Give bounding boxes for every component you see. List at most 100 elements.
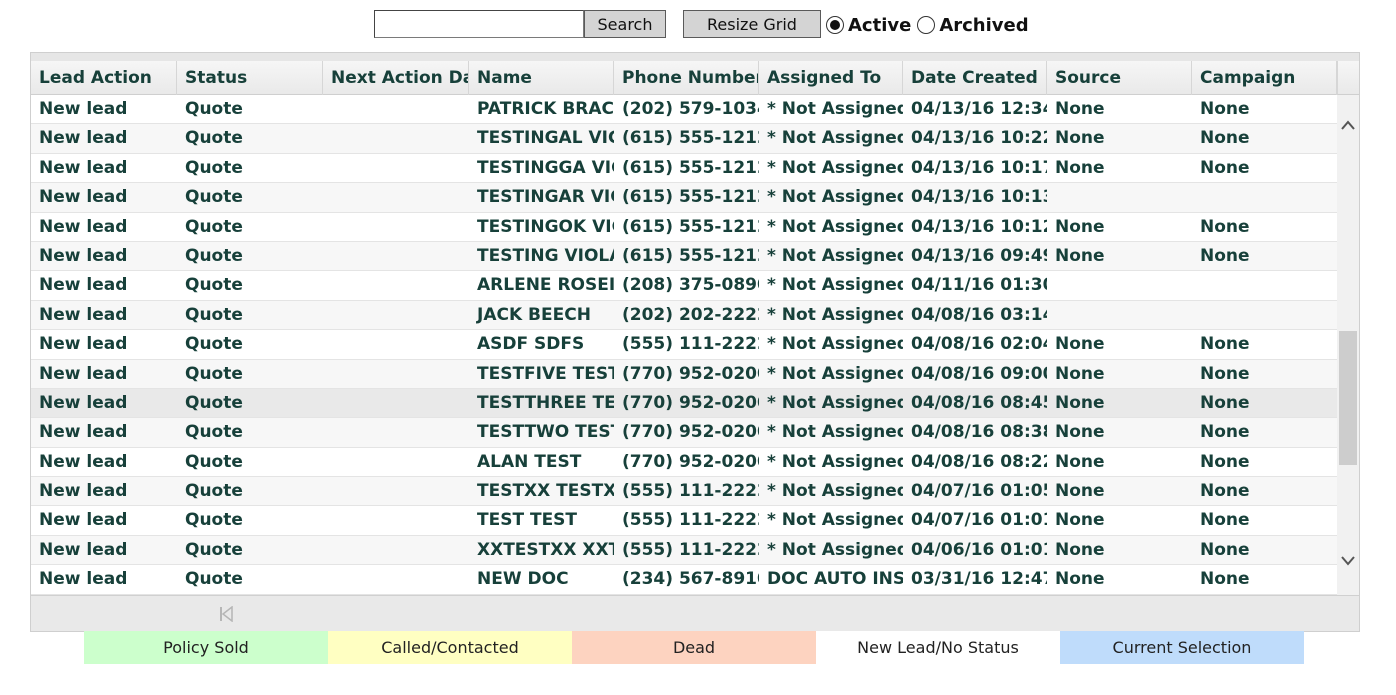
table-row[interactable]: New lead Quote JACK BEECH (202) 202-2222 * N… (31, 300, 1337, 331)
table-cell: TESTINGGA VIC (477, 157, 614, 178)
table-cell: TESTING VIOLA (477, 245, 614, 266)
table-cell: 04/08/16 03:14:1 (911, 304, 1047, 325)
column-header-name[interactable]: Name (469, 61, 614, 95)
table-cell: 04/06/16 01:01:4 (911, 539, 1047, 560)
table-cell: New lead (39, 422, 128, 443)
table-row[interactable]: New lead Quote PATRICK BRAC (202) 579-1034 *… (31, 95, 1337, 125)
table-row[interactable]: New lead Quote TESTFIVE TEST (770) 952-0200… (31, 359, 1337, 389)
grid-top-bar (31, 53, 1359, 61)
table-cell (1192, 271, 1337, 300)
table-cell: 04/13/16 10:17:5 (911, 157, 1047, 178)
table-cell: None (1200, 216, 1250, 237)
table-cell: None (1055, 363, 1105, 384)
table-cell: None (1200, 363, 1250, 384)
table-cell: None (1200, 334, 1250, 355)
first-page-icon[interactable] (217, 605, 235, 623)
legend-item: Current Selection (1060, 631, 1304, 664)
search-button[interactable]: Search (584, 10, 666, 38)
column-header-phone-number[interactable]: Phone Number (614, 61, 759, 95)
table-cell: * Not Assigned (767, 245, 903, 266)
table-row[interactable]: New lead Quote TESTINGGA VIC (615) 555-1212… (31, 153, 1337, 184)
table-cell (323, 389, 469, 418)
table-cell: TESTINGAL VIC (477, 128, 614, 149)
table-cell: NEW DOC (477, 569, 569, 590)
column-header-date-created[interactable]: Date Created (903, 61, 1047, 95)
table-row[interactable]: New lead Quote TESTXX TESTX (555) 111-2222 *… (31, 477, 1337, 507)
table-cell: ASDF SDFS (477, 334, 585, 355)
column-header-assigned-to[interactable]: Assigned To (759, 61, 903, 95)
table-row[interactable]: New lead Quote TESTINGAR VIC (615) 555-1212… (31, 183, 1337, 213)
table-cell: New lead (39, 481, 128, 502)
table-cell: * Not Assigned (767, 481, 903, 502)
resize-grid-button[interactable]: Resize Grid (683, 10, 821, 38)
table-cell: (770) 952-0200 (622, 422, 759, 443)
vertical-scrollbar[interactable] (1337, 95, 1359, 595)
table-cell: 04/11/16 01:30:2 (911, 275, 1047, 296)
table-cell: (555) 111-2222 (622, 539, 759, 560)
table-cell: * Not Assigned (767, 510, 903, 531)
table-cell: New lead (39, 569, 128, 590)
chevron-up-icon[interactable] (1340, 117, 1356, 133)
table-cell: TESTTWO TEST (477, 422, 614, 443)
table-cell (323, 448, 469, 477)
status-filter: Active Archived (826, 12, 1035, 38)
table-cell: 04/13/16 10:22:5 (911, 128, 1047, 149)
table-cell: None (1055, 569, 1105, 590)
table-cell: * Not Assigned (767, 275, 903, 296)
column-header-status[interactable]: Status (177, 61, 323, 95)
table-cell: Quote (185, 539, 243, 560)
scroll-thumb[interactable] (1339, 331, 1357, 465)
table-cell: New lead (39, 392, 128, 413)
table-row[interactable]: New lead Quote ASDF SDFS (555) 111-2222 * No… (31, 330, 1337, 360)
column-header-source[interactable]: Source (1047, 61, 1192, 95)
table-cell: None (1200, 569, 1250, 590)
grid-header: Lead Action Status Next Action Da Name Phone… (31, 61, 1337, 95)
table-cell: (202) 579-1034 (622, 99, 759, 119)
table-cell: Quote (185, 334, 243, 355)
table-cell: * Not Assigned (767, 334, 903, 355)
table-row[interactable]: New lead Quote TESTINGAL VIC (615) 555-1212… (31, 124, 1337, 154)
legend-item: Called/Contacted (328, 631, 572, 664)
table-cell: ALAN TEST (477, 451, 582, 472)
table-cell: None (1200, 128, 1250, 149)
radio-archived[interactable]: Archived (917, 15, 1034, 36)
table-cell: New lead (39, 157, 128, 178)
radio-active-circle[interactable] (826, 16, 844, 34)
table-row[interactable]: New lead Quote TESTTWO TEST (770) 952-0200 *… (31, 418, 1337, 448)
table-cell (1047, 183, 1192, 212)
column-header-lead-action[interactable]: Lead Action (31, 61, 177, 95)
table-cell: * Not Assigned (767, 363, 903, 384)
table-cell: None (1055, 539, 1105, 560)
table-row[interactable]: New lead Quote TESTINGOK VIC (615) 555-1212… (31, 212, 1337, 242)
table-cell (1047, 301, 1192, 330)
column-header-campaign[interactable]: Campaign (1192, 61, 1337, 95)
table-cell: * Not Assigned (767, 422, 903, 443)
table-cell: Quote (185, 304, 243, 325)
chevron-down-icon[interactable] (1340, 553, 1356, 569)
table-cell: None (1200, 510, 1250, 531)
table-cell: None (1055, 128, 1105, 149)
table-cell: New lead (39, 451, 128, 472)
table-cell: Quote (185, 187, 243, 208)
search-input[interactable] (374, 10, 584, 38)
table-row[interactable]: New lead Quote TESTTHREE TE (770) 952-0200 *… (31, 388, 1337, 419)
table-row[interactable]: New lead Quote ALAN TEST (770) 952-0200 * No… (31, 447, 1337, 478)
table-cell: Quote (185, 481, 243, 502)
table-cell: XXTESTXX XXT (477, 539, 614, 560)
table-row[interactable]: New lead Quote TEST TEST (555) 111-2222 * No… (31, 506, 1337, 536)
table-row[interactable]: New lead Quote XXTESTXX XXT (555) 111-2222 *… (31, 535, 1337, 566)
radio-active-label: Active (848, 14, 912, 36)
table-cell (323, 565, 469, 594)
table-cell: Quote (185, 157, 243, 178)
column-header-next-action-da[interactable]: Next Action Da (323, 61, 469, 95)
table-row[interactable]: New lead Quote TESTING VIOLA (615) 555-1212… (31, 241, 1337, 272)
table-row[interactable]: New lead Quote ARLENE ROSEI (208) 375-0890 *… (31, 271, 1337, 301)
table-cell: 04/13/16 10:12:0 (911, 216, 1047, 237)
table-row[interactable]: New lead Quote NEW DOC (234) 567-8910 DOC AU… (31, 565, 1337, 595)
radio-active[interactable]: Active (826, 15, 917, 36)
table-cell: None (1200, 245, 1250, 266)
table-cell: New lead (39, 363, 128, 384)
table-cell: * Not Assigned (767, 128, 903, 149)
radio-archived-circle[interactable] (917, 16, 936, 34)
table-cell (323, 330, 469, 359)
